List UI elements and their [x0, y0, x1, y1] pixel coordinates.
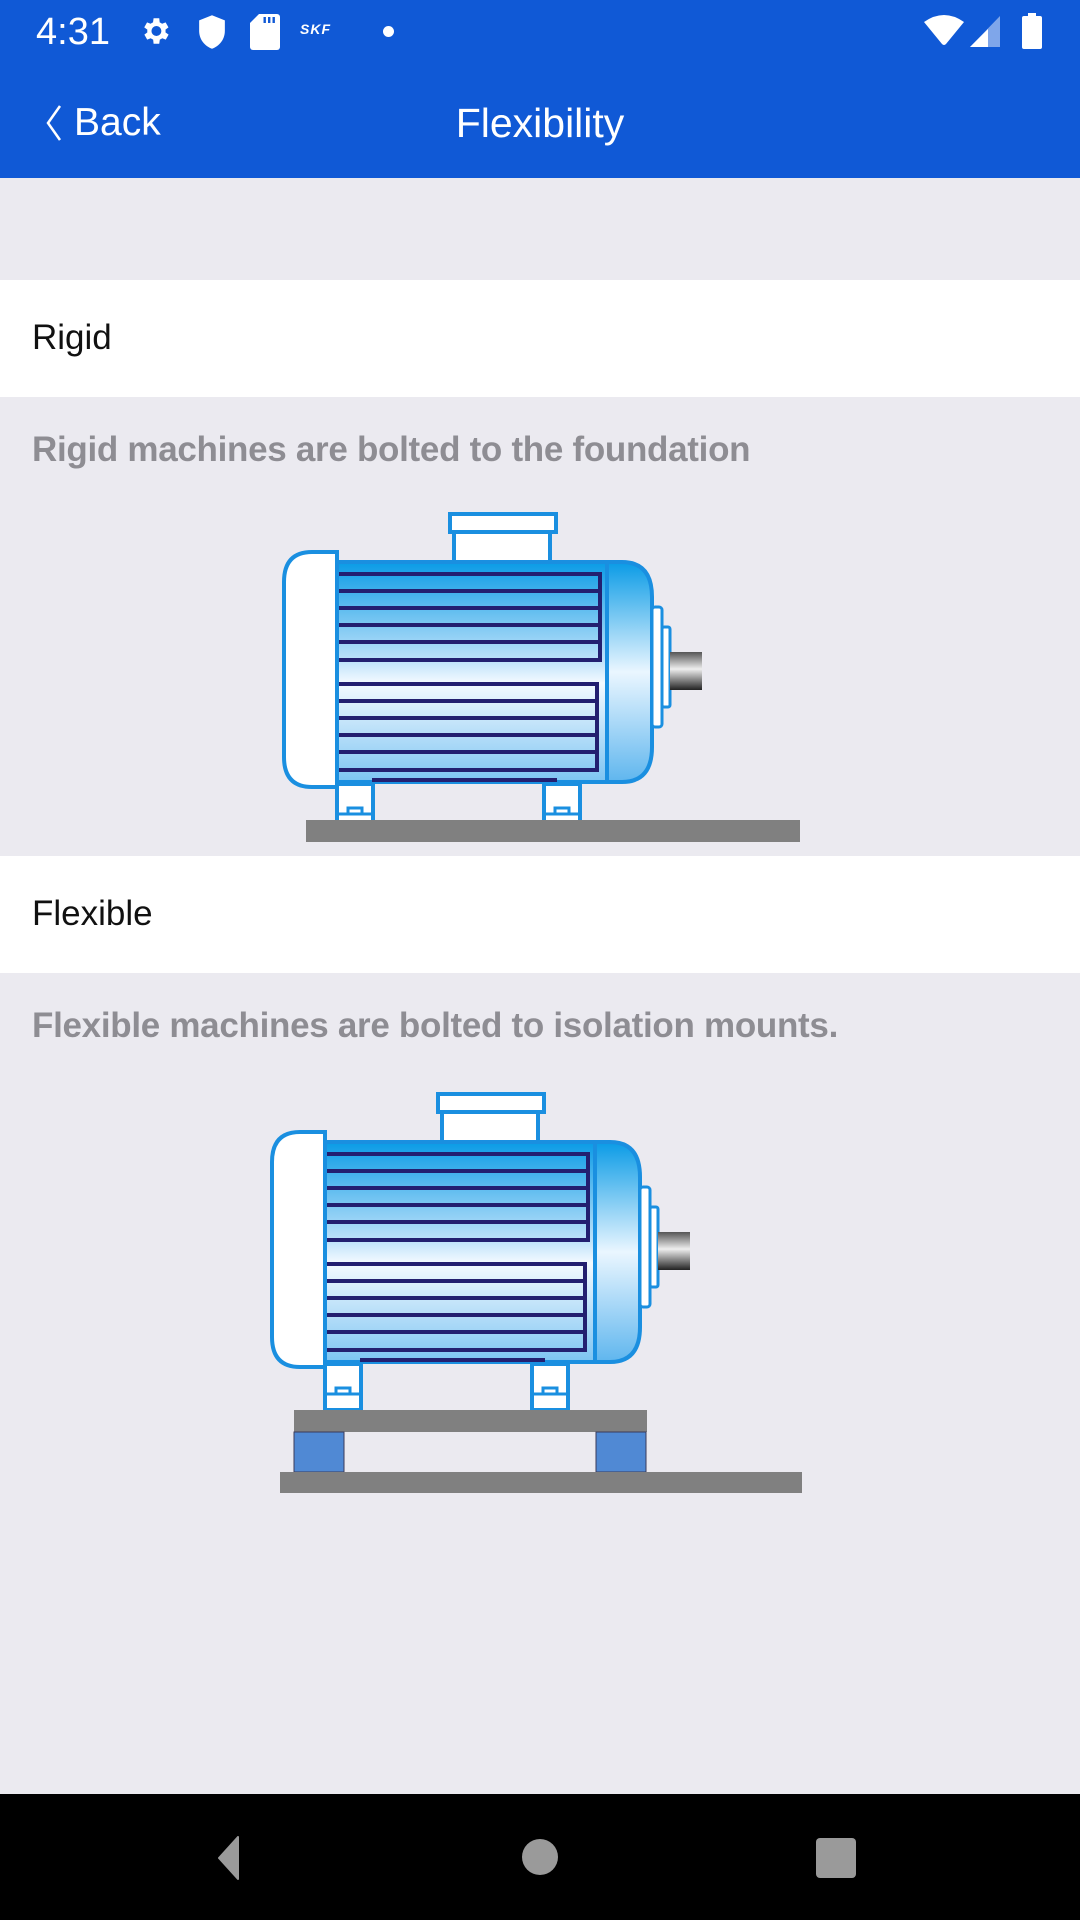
- section-header-rigid: Rigid: [0, 280, 1080, 397]
- system-nav-bar: [0, 1794, 1080, 1920]
- recents-square-icon[interactable]: [816, 1838, 856, 1878]
- section-description: Flexible machines are bolted to isolatio…: [32, 1006, 839, 1045]
- home-circle-icon[interactable]: [521, 1838, 559, 1876]
- section-heading: Rigid: [32, 318, 112, 357]
- wifi-icon: [924, 15, 964, 45]
- section-description: Rigid machines are bolted to the foundat…: [32, 430, 751, 469]
- notification-dot-icon: [383, 26, 394, 37]
- motor-rigid-foundation-illustration: [282, 512, 800, 842]
- status-bar: 4:31 SKF: [0, 0, 1080, 62]
- section-header-flexible: Flexible: [0, 856, 1080, 973]
- toolbar: Back Flexibility: [0, 62, 1080, 178]
- gear-icon: [144, 18, 169, 44]
- skf-logo-icon: SKF: [300, 21, 331, 37]
- foundation-plate: [306, 820, 800, 842]
- page-title: Flexibility: [455, 100, 625, 146]
- cell-signal-icon: [970, 16, 1000, 47]
- back-triangle-icon[interactable]: [218, 1836, 240, 1880]
- shield-icon: [199, 15, 225, 49]
- isolation-mount-left: [293, 1431, 345, 1473]
- app-bar: 4:31 SKF Back Flexibility: [0, 0, 1080, 178]
- motor-isolation-mounts-illustration: [270, 1092, 802, 1493]
- foundation-plate: [280, 1472, 802, 1493]
- battery-icon: [1022, 13, 1042, 49]
- isolation-mount-right: [595, 1431, 647, 1473]
- section-heading: Flexible: [32, 894, 153, 933]
- base-plate: [294, 1410, 647, 1432]
- status-time: 4:31: [36, 11, 110, 53]
- sd-card-icon: [250, 14, 280, 50]
